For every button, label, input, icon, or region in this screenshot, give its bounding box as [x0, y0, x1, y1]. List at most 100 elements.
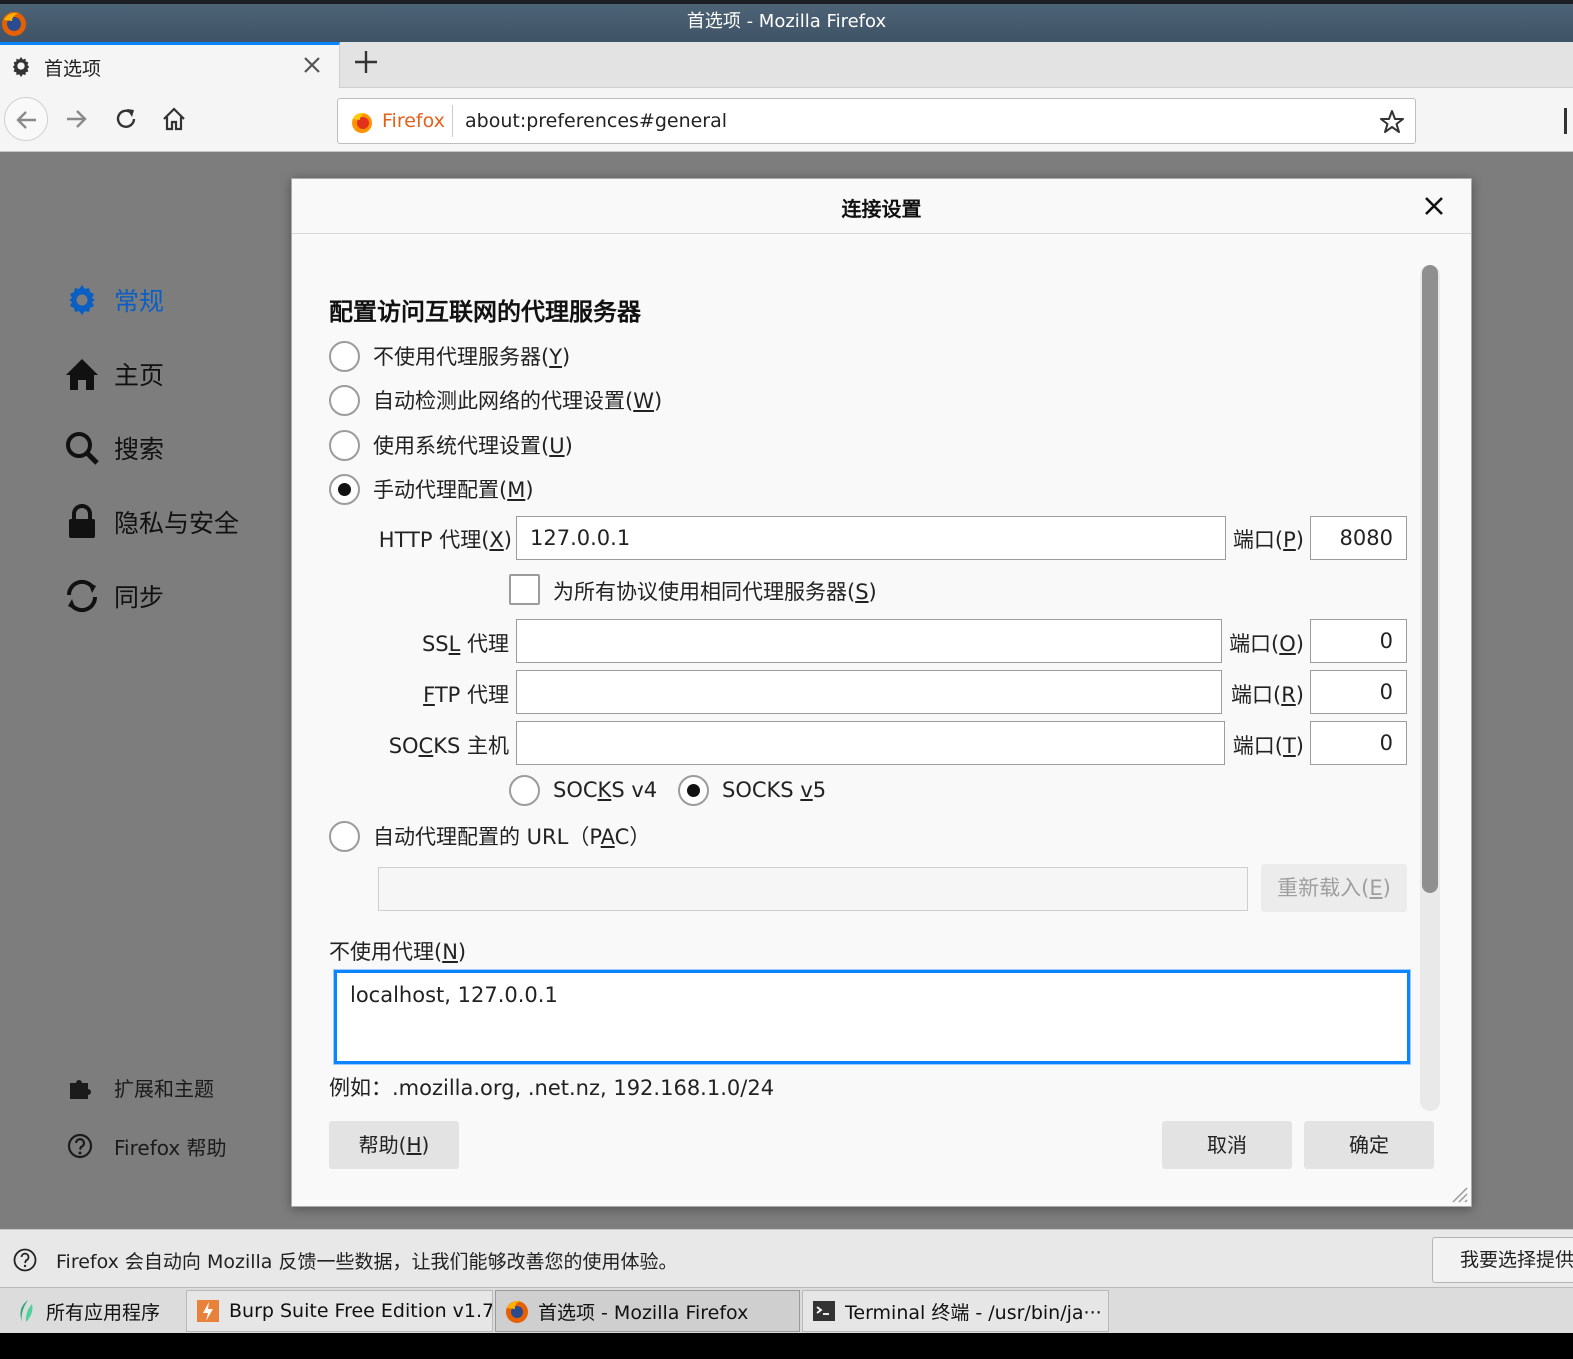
firefox-icon[interactable]: [0, 8, 30, 38]
data-reporting-notification: Firefox 会自动向 Mozilla 反馈一些数据，让我们能够改善您的使用体…: [0, 1229, 1573, 1287]
http-proxy-input[interactable]: 127.0.0.1: [516, 516, 1226, 560]
close-icon[interactable]: [1423, 195, 1445, 217]
http-port-label: 端口(P): [1232, 528, 1304, 552]
radio-label: 手动代理配置(M): [373, 478, 534, 502]
taskbar-item-firefox[interactable]: 首选项 - Mozilla Firefox: [495, 1290, 800, 1332]
same-proxy-checkbox[interactable]: [509, 574, 540, 605]
connection-settings-dialog: 连接设置 配置访问互联网的代理服务器 不使用代理服务器(Y) 自动检测此网络的代…: [291, 178, 1472, 1207]
radio-button[interactable]: [509, 774, 540, 806]
sidebar-item-label: 常规: [114, 287, 165, 316]
sidebar-item-label: 主页: [114, 361, 165, 390]
ssl-proxy-label: SSL 代理: [421, 632, 509, 656]
radio-label: 自动代理配置的 URL（PAC）: [373, 825, 651, 849]
sidebar-item-label: 搜索: [114, 435, 165, 464]
radio-button[interactable]: [329, 340, 360, 372]
terminal-icon: [813, 1301, 835, 1321]
http-proxy-label: HTTP 代理(X): [378, 528, 512, 552]
choose-data-button[interactable]: 我要选择提供: [1432, 1237, 1573, 1283]
window-title: 首选项 - Mozilla Firefox: [686, 11, 887, 32]
sidebar-item-label: 扩展和主题: [114, 1076, 214, 1101]
help-button[interactable]: 帮助(H): [329, 1121, 459, 1169]
ftp-proxy-input[interactable]: [516, 670, 1222, 714]
sync-icon: [66, 579, 98, 613]
taskbar-item-label: Burp Suite Free Edition v1.7···: [229, 1300, 493, 1322]
url-separator: [452, 105, 453, 137]
reload-pac-button[interactable]: 重新载入(E): [1261, 864, 1407, 912]
taskbar-item-label: 首选项 - Mozilla Firefox: [538, 1301, 749, 1324]
sidebar-item-label: 同步: [114, 583, 165, 612]
scrollbar-thumb[interactable]: [1422, 265, 1438, 893]
same-proxy-label: 为所有协议使用相同代理服务器(S): [553, 580, 877, 604]
dialog-scrollbar[interactable]: [1420, 265, 1440, 1111]
radio-auto-detect[interactable]: 自动检测此网络的代理设置(W): [329, 384, 662, 416]
url-input[interactable]: about:preferences#general: [465, 110, 727, 132]
radio-socks-v4[interactable]: SOCKS v4: [509, 774, 657, 806]
new-tab-icon[interactable]: [352, 48, 380, 76]
sidebar-item-home[interactable]: 主页: [64, 354, 164, 394]
socks-host-label: SOCKS 主机: [388, 734, 509, 758]
back-button[interactable]: [4, 97, 48, 141]
window-titlebar: 首选项 - Mozilla Firefox: [0, 0, 1573, 42]
taskbar-item-label: 所有应用程序: [46, 1301, 161, 1324]
sidebar-item-search[interactable]: 搜索: [64, 428, 164, 468]
forward-button[interactable]: [54, 97, 98, 141]
ssl-port-input[interactable]: 0: [1310, 619, 1407, 663]
ftp-port-input[interactable]: 0: [1310, 670, 1407, 714]
tab-strip: 首选项: [0, 42, 1573, 88]
socks-host-input[interactable]: [516, 721, 1225, 765]
arrow-left-icon: [16, 111, 36, 129]
taskbar-item-burp[interactable]: Burp Suite Free Edition v1.7···: [186, 1290, 493, 1332]
radio-button-selected[interactable]: [678, 774, 709, 806]
ok-button[interactable]: 确定: [1304, 1121, 1434, 1169]
help-icon: [13, 1248, 37, 1272]
home-icon: [66, 359, 98, 390]
socks-port-input[interactable]: 0: [1310, 721, 1407, 765]
ftp-proxy-label: FTP 代理: [423, 683, 509, 707]
radio-system-proxy[interactable]: 使用系统代理设置(U): [329, 429, 573, 461]
tab-title: 首选项: [44, 58, 102, 80]
search-icon: [66, 432, 99, 465]
navigation-toolbar: Firefox about:preferences#general: [0, 88, 1573, 152]
firefox-icon: [506, 1300, 528, 1323]
cancel-button[interactable]: 取消: [1162, 1121, 1292, 1169]
ssl-proxy-input[interactable]: [516, 619, 1222, 663]
bookmark-star-icon[interactable]: [1379, 109, 1405, 135]
proxy-heading: 配置访问互联网的代理服务器: [329, 298, 641, 326]
notification-message: Firefox 会自动向 Mozilla 反馈一些数据，让我们能够改善您的使用体…: [56, 1251, 678, 1273]
reload-button[interactable]: [104, 97, 148, 141]
radio-button[interactable]: [329, 384, 360, 416]
gear-icon: [12, 56, 30, 77]
sidebar-item-sync[interactable]: 同步: [64, 576, 164, 616]
sidebar-item-label: Firefox 帮助: [114, 1135, 227, 1160]
no-proxy-for-textarea[interactable]: localhost, 127.0.0.1: [334, 970, 1410, 1064]
home-icon: [163, 107, 185, 131]
applications-menu[interactable]: 所有应用程序: [4, 1290, 184, 1332]
sidebar-item-addons[interactable]: 扩展和主题: [66, 1072, 214, 1102]
url-bar[interactable]: Firefox about:preferences#general: [337, 98, 1416, 144]
radio-no-proxy[interactable]: 不使用代理服务器(Y): [329, 340, 570, 372]
radio-label: 使用系统代理设置(U): [373, 434, 573, 458]
close-tab-icon[interactable]: [300, 53, 324, 77]
taskbar-item-label: Terminal 终端 - /usr/bin/ja···: [845, 1301, 1102, 1324]
dialog-header: 连接设置: [292, 179, 1471, 234]
radio-manual-proxy[interactable]: 手动代理配置(M): [329, 473, 534, 505]
radio-button[interactable]: [329, 820, 360, 852]
http-port-input[interactable]: 8080: [1310, 516, 1407, 560]
radio-button[interactable]: [329, 429, 360, 461]
resize-grip-icon[interactable]: [1447, 1182, 1469, 1204]
radio-socks-v5[interactable]: SOCKS v5: [678, 774, 826, 806]
taskbar: 所有应用程序 Burp Suite Free Edition v1.7··· 首…: [0, 1287, 1573, 1333]
home-button[interactable]: [152, 97, 196, 141]
radio-label: SOCKS v4: [553, 778, 658, 802]
radio-button-selected[interactable]: [329, 473, 360, 505]
help-icon: [67, 1133, 93, 1159]
pac-url-input[interactable]: [378, 867, 1248, 911]
sidebar-item-help[interactable]: Firefox 帮助: [66, 1131, 227, 1161]
radio-pac-url[interactable]: 自动代理配置的 URL（PAC）: [329, 820, 650, 852]
no-proxy-for-label: 不使用代理(N): [329, 940, 467, 964]
sidebar-item-general[interactable]: 常规: [64, 280, 164, 320]
sidebar-item-privacy[interactable]: 隐私与安全: [64, 502, 239, 542]
taskbar-item-terminal[interactable]: Terminal 终端 - /usr/bin/ja···: [802, 1290, 1109, 1332]
tab-preferences[interactable]: 首选项: [0, 42, 340, 88]
toolbar-overflow-edge: [1564, 108, 1567, 134]
